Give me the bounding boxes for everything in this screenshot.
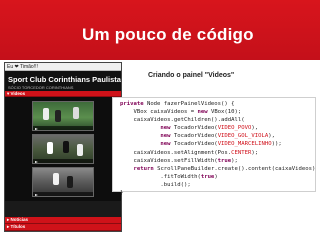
code-token: ); <box>251 149 259 156</box>
code-token: )); <box>271 141 282 148</box>
code-constant: VIDEO_MARCELINHO <box>217 141 272 148</box>
videos-pane <box>5 97 121 201</box>
app-window-screenshot: Eu ❤ Timão!!! Sport Club Corinthians Pau… <box>4 62 122 232</box>
code-token: VBox caixaVideos = <box>120 109 198 116</box>
section-noticias[interactable]: ▸ Notícias <box>5 217 121 224</box>
code-line: private Node fazerPainelVideos() { <box>120 100 315 108</box>
code-keyword: true <box>200 173 215 180</box>
code-token: TocadorVideo( <box>170 133 218 140</box>
video-controls <box>33 159 93 163</box>
code-line: new TocadorVideo(VIDEO_MARCELINHO)); <box>120 140 315 148</box>
video-controls <box>33 126 93 130</box>
video-figure <box>47 142 53 154</box>
code-line: .fitToWidth(true) <box>120 173 315 181</box>
play-icon[interactable] <box>35 127 38 130</box>
code-token: ) <box>214 173 218 180</box>
code-line: } <box>120 189 315 197</box>
code-line: new TocadorVideo(VIDEO_GOL_VIOLA), <box>120 132 315 140</box>
code-keyword: new <box>160 125 171 132</box>
slide-header-banner: Um pouco de código <box>0 0 320 60</box>
video-player-povo[interactable] <box>32 101 94 131</box>
code-line: VBox caixaVideos = new VBox(10); <box>120 108 315 116</box>
code-token: caixaVideos.setAlignment(Pos. <box>120 149 232 156</box>
code-token: ScrollPaneBuilder.create().content(caixa… <box>153 165 316 172</box>
video-figure <box>67 176 73 188</box>
code-keyword: private <box>120 101 144 107</box>
code-token: TocadorVideo( <box>170 125 218 132</box>
code-token: TocadorVideo( <box>170 141 218 148</box>
video-figure <box>63 141 69 153</box>
code-line: caixaVideos.setFillWidth(true); <box>120 157 315 165</box>
slide-title: Um pouco de código <box>82 25 254 44</box>
code-token: ), <box>251 125 259 132</box>
video-figure <box>53 173 59 185</box>
video-figure <box>43 108 49 120</box>
code-constant: VIDEO_POVO <box>217 125 252 132</box>
code-constant: CENTER <box>231 149 252 156</box>
code-line: .build(); <box>120 181 315 189</box>
app-header-subtitle: SÓCIO TORCEDOR CORINTHIANS <box>8 85 74 90</box>
code-token: } <box>120 190 124 197</box>
video-figure <box>77 144 83 156</box>
code-token: Node fazerPainelVideos() { <box>143 101 235 107</box>
window-title: Eu ❤ Timão!!! <box>7 63 38 70</box>
code-constant: VIDEO_GOL_VIOLA <box>217 133 269 140</box>
code-keyword: new <box>197 109 208 116</box>
play-icon[interactable] <box>35 193 38 196</box>
code-token: ), <box>268 133 275 140</box>
app-footer: ▸ Notícias ▸ Títulos <box>5 217 121 231</box>
app-header: Sport Club Corinthians Paulista SÓCIO TO… <box>5 71 121 91</box>
slide-content: Criando o painel "Videos" private Node f… <box>112 62 316 232</box>
play-icon[interactable] <box>35 160 38 163</box>
code-line: caixaVideos.setAlignment(Pos.CENTER); <box>120 149 315 157</box>
video-player-gol-viola[interactable] <box>32 134 94 164</box>
video-figure <box>55 110 61 122</box>
code-keyword: new <box>160 141 171 148</box>
code-line: caixaVideos.getChildren().addAll( <box>120 116 315 124</box>
code-token: caixaVideos.getChildren().addAll( <box>120 117 245 124</box>
code-block: private Node fazerPainelVideos() { VBox … <box>112 97 316 196</box>
code-keyword: true <box>217 157 232 164</box>
video-controls <box>33 192 93 196</box>
window-titlebar: Eu ❤ Timão!!! <box>5 63 121 71</box>
video-player-marcelinho[interactable] <box>32 167 94 197</box>
code-token: .build(); <box>120 181 191 188</box>
code-token: caixaVideos.setFillWidth( <box>120 157 218 164</box>
video-figure <box>73 107 79 119</box>
code-line: return ScrollPaneBuilder.create().conten… <box>120 165 315 173</box>
code-token: VBox(10); <box>207 109 242 116</box>
code-token: ); <box>231 157 238 164</box>
app-header-title: Sport Club Corinthians Paulista <box>8 75 121 84</box>
code-keyword: new <box>160 133 171 140</box>
slide-subtitle: Criando o painel "Videos" <box>148 72 235 79</box>
code-token: .fitToWidth( <box>120 173 201 180</box>
code-line: new TocadorVideo(VIDEO_POVO), <box>120 124 315 132</box>
code-keyword: return <box>133 165 154 172</box>
section-titulos[interactable]: ▸ Títulos <box>5 224 121 231</box>
